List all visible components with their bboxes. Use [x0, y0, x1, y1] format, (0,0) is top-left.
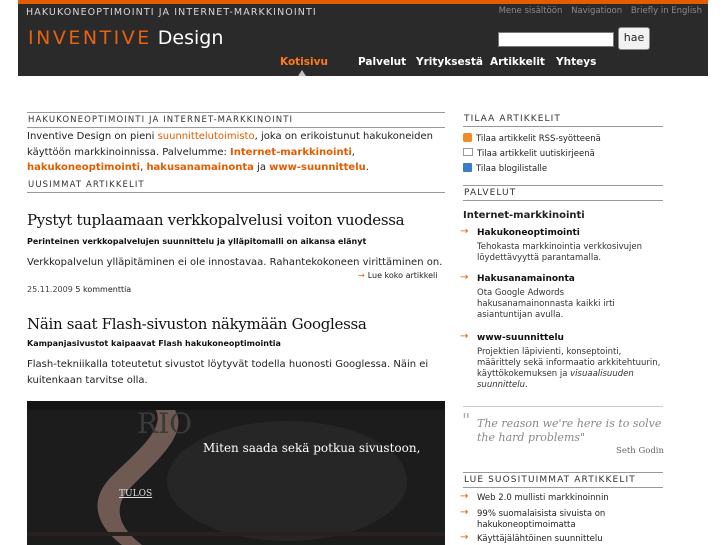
popular-article-link[interactable]: Web 2.0 mullisti markkinoinnin [477, 493, 609, 504]
service-hakukoneoptimointi-link[interactable]: Hakukoneoptimointi [477, 228, 580, 238]
intro-link-internet-markkinointi[interactable]: Internet-markkinointi [230, 147, 352, 158]
article-1-comments-link[interactable]: 5 kommenttia [75, 285, 131, 294]
mail-icon [463, 148, 473, 156]
intro-text: Inventive Design on pieni suunnittelutoi… [27, 131, 433, 173]
article-1-title[interactable]: Pystyt tuplaamaan verkkopalvelusi voiton… [27, 211, 405, 229]
intro-link-hakusanamainonta[interactable]: hakusanamainonta [146, 162, 253, 173]
subscribe-newsletter-link[interactable]: Tilaa artikkelit uutiskirjeenä [463, 148, 595, 159]
top-links: Mene sisältöön Navigatioon Briefly in En… [493, 6, 702, 16]
nav-palvelut[interactable]: Palvelut [358, 56, 406, 68]
site-tagline: HAKUKONEOPTIMOINTI JA INTERNET-MARKKINOI… [26, 7, 317, 18]
skip-to-navigation-link[interactable]: Navigatioon [571, 6, 622, 16]
arrow-right-icon: → [460, 507, 469, 518]
intro-link-hakukoneoptimointi[interactable]: hakukoneoptimointi [27, 162, 140, 173]
subscribe-blogilista-link[interactable]: Tilaa blogilistalle [463, 163, 547, 174]
article-1-date: 25.11.2009 [27, 285, 73, 294]
subscribe-heading: TILAA ARTIKKELIT [463, 112, 663, 127]
intro-link-www-suunnittelu[interactable]: www-suunnittelu [269, 162, 366, 173]
article-2-image[interactable]: RIO Miten saada sekä potkua sivustoon, T… [27, 401, 445, 545]
service-www-suunnittelu-desc: Projektien läpivienti, konseptointi, mää… [477, 347, 661, 390]
latest-articles-heading: UUSIMMAT ARTIKKELIT [27, 178, 445, 193]
arrow-right-icon: → [460, 226, 469, 237]
article-2-title[interactable]: Näin saat Flash-sivuston näkymään Google… [27, 315, 367, 333]
quote-mark-icon: " [462, 410, 471, 431]
services-heading: PALVELUT [463, 185, 663, 201]
service-internet-markkinointi-link[interactable]: Internet-markkinointi [463, 210, 585, 221]
service-hakusanamainonta-link[interactable]: Hakusanamainonta [477, 274, 575, 284]
search-input[interactable] [498, 32, 614, 47]
article-1-subtitle: Perinteinen verkkopalvelujen suunnittelu… [27, 237, 367, 246]
english-link[interactable]: Briefly in English [631, 6, 702, 16]
arrow-right-icon: → [358, 271, 365, 280]
arrow-right-icon: → [460, 272, 469, 283]
service-hakusanamainonta-desc: Ota Google Adwords hakusanamainonnasta k… [477, 288, 615, 320]
quote-text: The reason we're here is to solve the ha… [477, 417, 662, 444]
service-hakukoneoptimointi-desc: Tehokasta markkinointia verkkosivujen lö… [477, 242, 643, 263]
hero-tulos-logo: TULOS [119, 489, 153, 499]
article-2-subtitle: Kampanjasivustot kaipaavat Flash hakukon… [27, 339, 281, 348]
popular-article-link[interactable]: Käyttäjälähtöinen suunnittelu [477, 534, 603, 545]
search-button[interactable]: hae [618, 27, 650, 50]
arrow-right-icon: → [460, 532, 469, 543]
logo-brand: INVENTIVE [28, 27, 152, 49]
logo-design: Design [157, 27, 224, 49]
nav-artikkelit[interactable]: Artikkelit [490, 56, 545, 68]
quote-author: Seth Godin [616, 446, 664, 456]
nav-yrityksesta[interactable]: Yrityksestä [416, 56, 483, 68]
nav-yhteys[interactable]: Yhteys [556, 56, 596, 68]
site-header: HAKUKONEOPTIMOINTI JA INTERNET-MARKKINOI… [18, 0, 708, 76]
popular-heading: LUE SUOSITUIMMAT ARTIKKELIT [463, 472, 663, 488]
arrow-right-icon: → [460, 491, 469, 502]
article-2-text: Flash-tekniikalla toteutetut sivustot lö… [27, 359, 429, 386]
svg-text:RIO: RIO [137, 407, 192, 440]
nav-kotisivu[interactable]: Kotisivu [280, 56, 328, 68]
arrow-right-icon: → [460, 331, 469, 342]
site-logo[interactable]: INVENTIVE Design [28, 27, 223, 49]
hero-graphic: RIO [27, 401, 445, 545]
checkbox-icon [463, 163, 472, 172]
service-www-suunnittelu-link[interactable]: www-suunnittelu [477, 333, 564, 343]
popular-article-link[interactable]: 99% suomalaisista sivuista on hakukoneop… [477, 509, 657, 531]
subscribe-rss-link[interactable]: Tilaa artikkelit RSS-syötteenä [463, 133, 601, 144]
article-1-meta: 25.11.2009 5 kommenttia [27, 285, 131, 294]
active-nav-indicator-icon [298, 70, 306, 76]
rss-icon [463, 133, 472, 142]
article-1-text: Verkkopalvelun ylläpitäminen ei ole inno… [27, 257, 443, 268]
intro-link-suunnittelutoimisto[interactable]: suunnittelutoimisto [158, 131, 255, 142]
intro-heading: HAKUKONEOPTIMOINTI JA INTERNET-MARKKINOI… [27, 112, 445, 128]
skip-to-content-link[interactable]: Mene sisältöön [499, 6, 563, 16]
hero-caption: Miten saada sekä potkua sivustoon, [203, 441, 421, 455]
article-1-read-more-link[interactable]: → Lue koko artikkeli [358, 271, 437, 280]
divider [463, 406, 663, 407]
